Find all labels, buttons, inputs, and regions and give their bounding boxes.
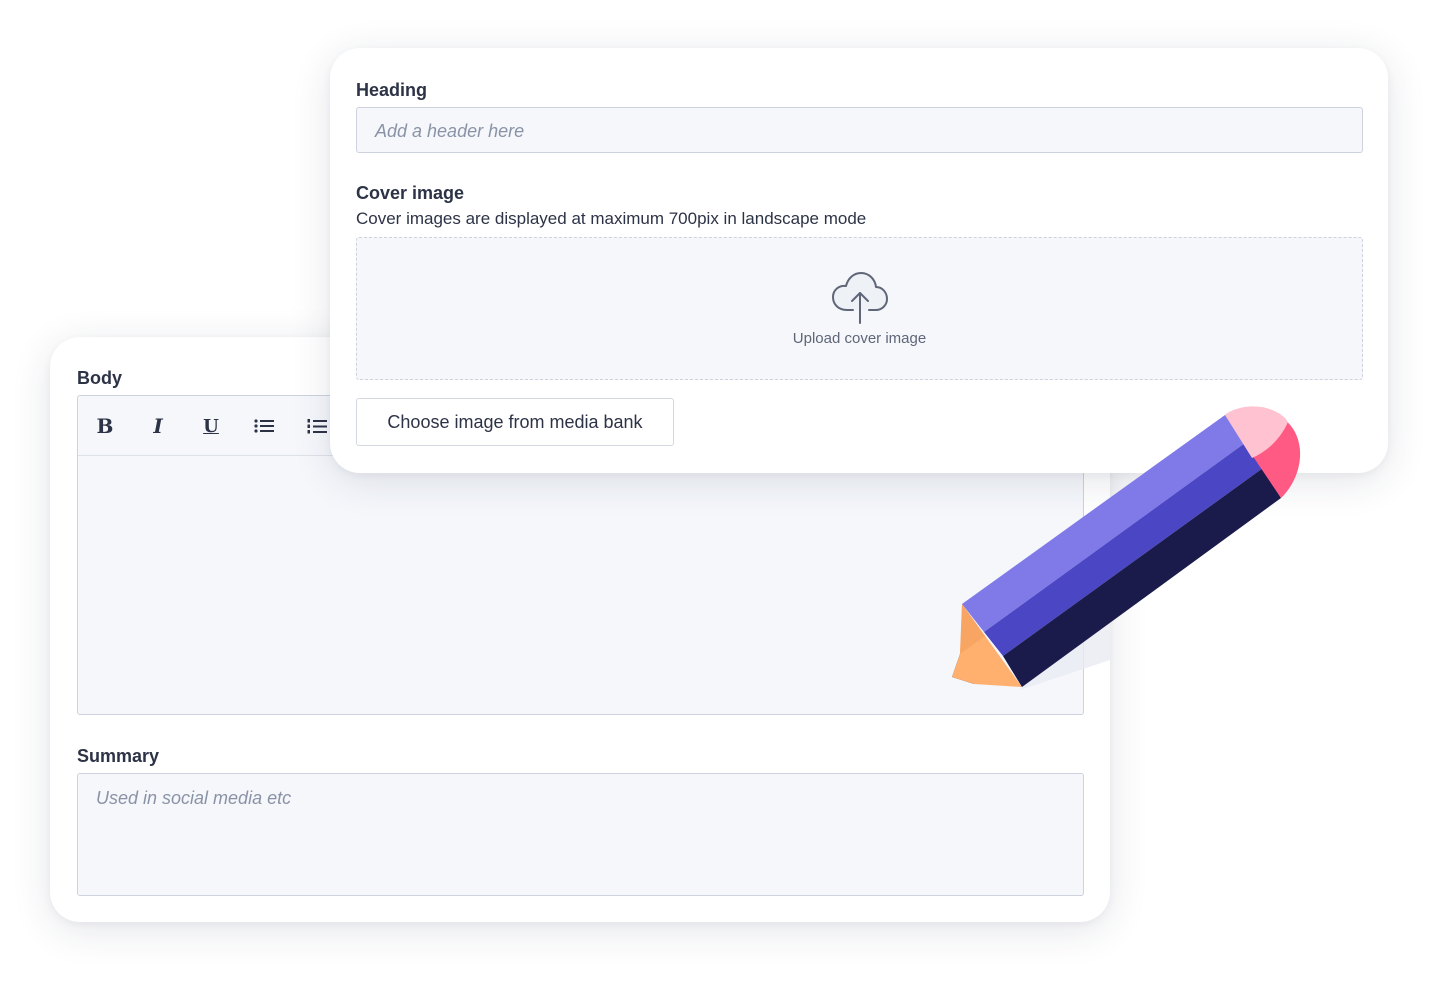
numbered-list-icon — [307, 418, 327, 433]
summary-placeholder: Used in social media etc — [96, 788, 292, 808]
cover-image-dropzone[interactable]: Upload cover image — [356, 237, 1363, 380]
cloud-upload-icon — [832, 272, 888, 324]
pencil-icon — [952, 406, 1301, 690]
heading-placeholder: Add a header here — [375, 121, 525, 141]
bold-icon: B — [96, 414, 114, 438]
body-label: Body — [77, 368, 122, 388]
underline-button[interactable]: U — [195, 410, 227, 442]
cover-image-hint: Cover images are displayed at maximum 70… — [356, 209, 867, 228]
cover-image-label: Cover image — [356, 183, 465, 203]
heading-label: Heading — [356, 80, 428, 100]
italic-button[interactable]: I — [142, 410, 174, 442]
summary-label: Summary — [77, 746, 160, 766]
heading-input[interactable]: Add a header here — [356, 107, 1363, 153]
summary-textarea[interactable]: Used in social media etc — [77, 773, 1084, 896]
underline-icon: U — [203, 415, 219, 437]
upload-cover-label[interactable]: Upload cover image — [357, 330, 1362, 347]
bold-button[interactable]: B — [89, 410, 121, 442]
italic-icon: I — [153, 414, 163, 438]
bullet-list-icon — [254, 419, 274, 433]
bullet-list-button[interactable] — [248, 410, 280, 442]
numbered-list-button[interactable] — [301, 410, 333, 442]
choose-from-media-bank-button[interactable]: Choose image from media bank — [356, 398, 674, 446]
